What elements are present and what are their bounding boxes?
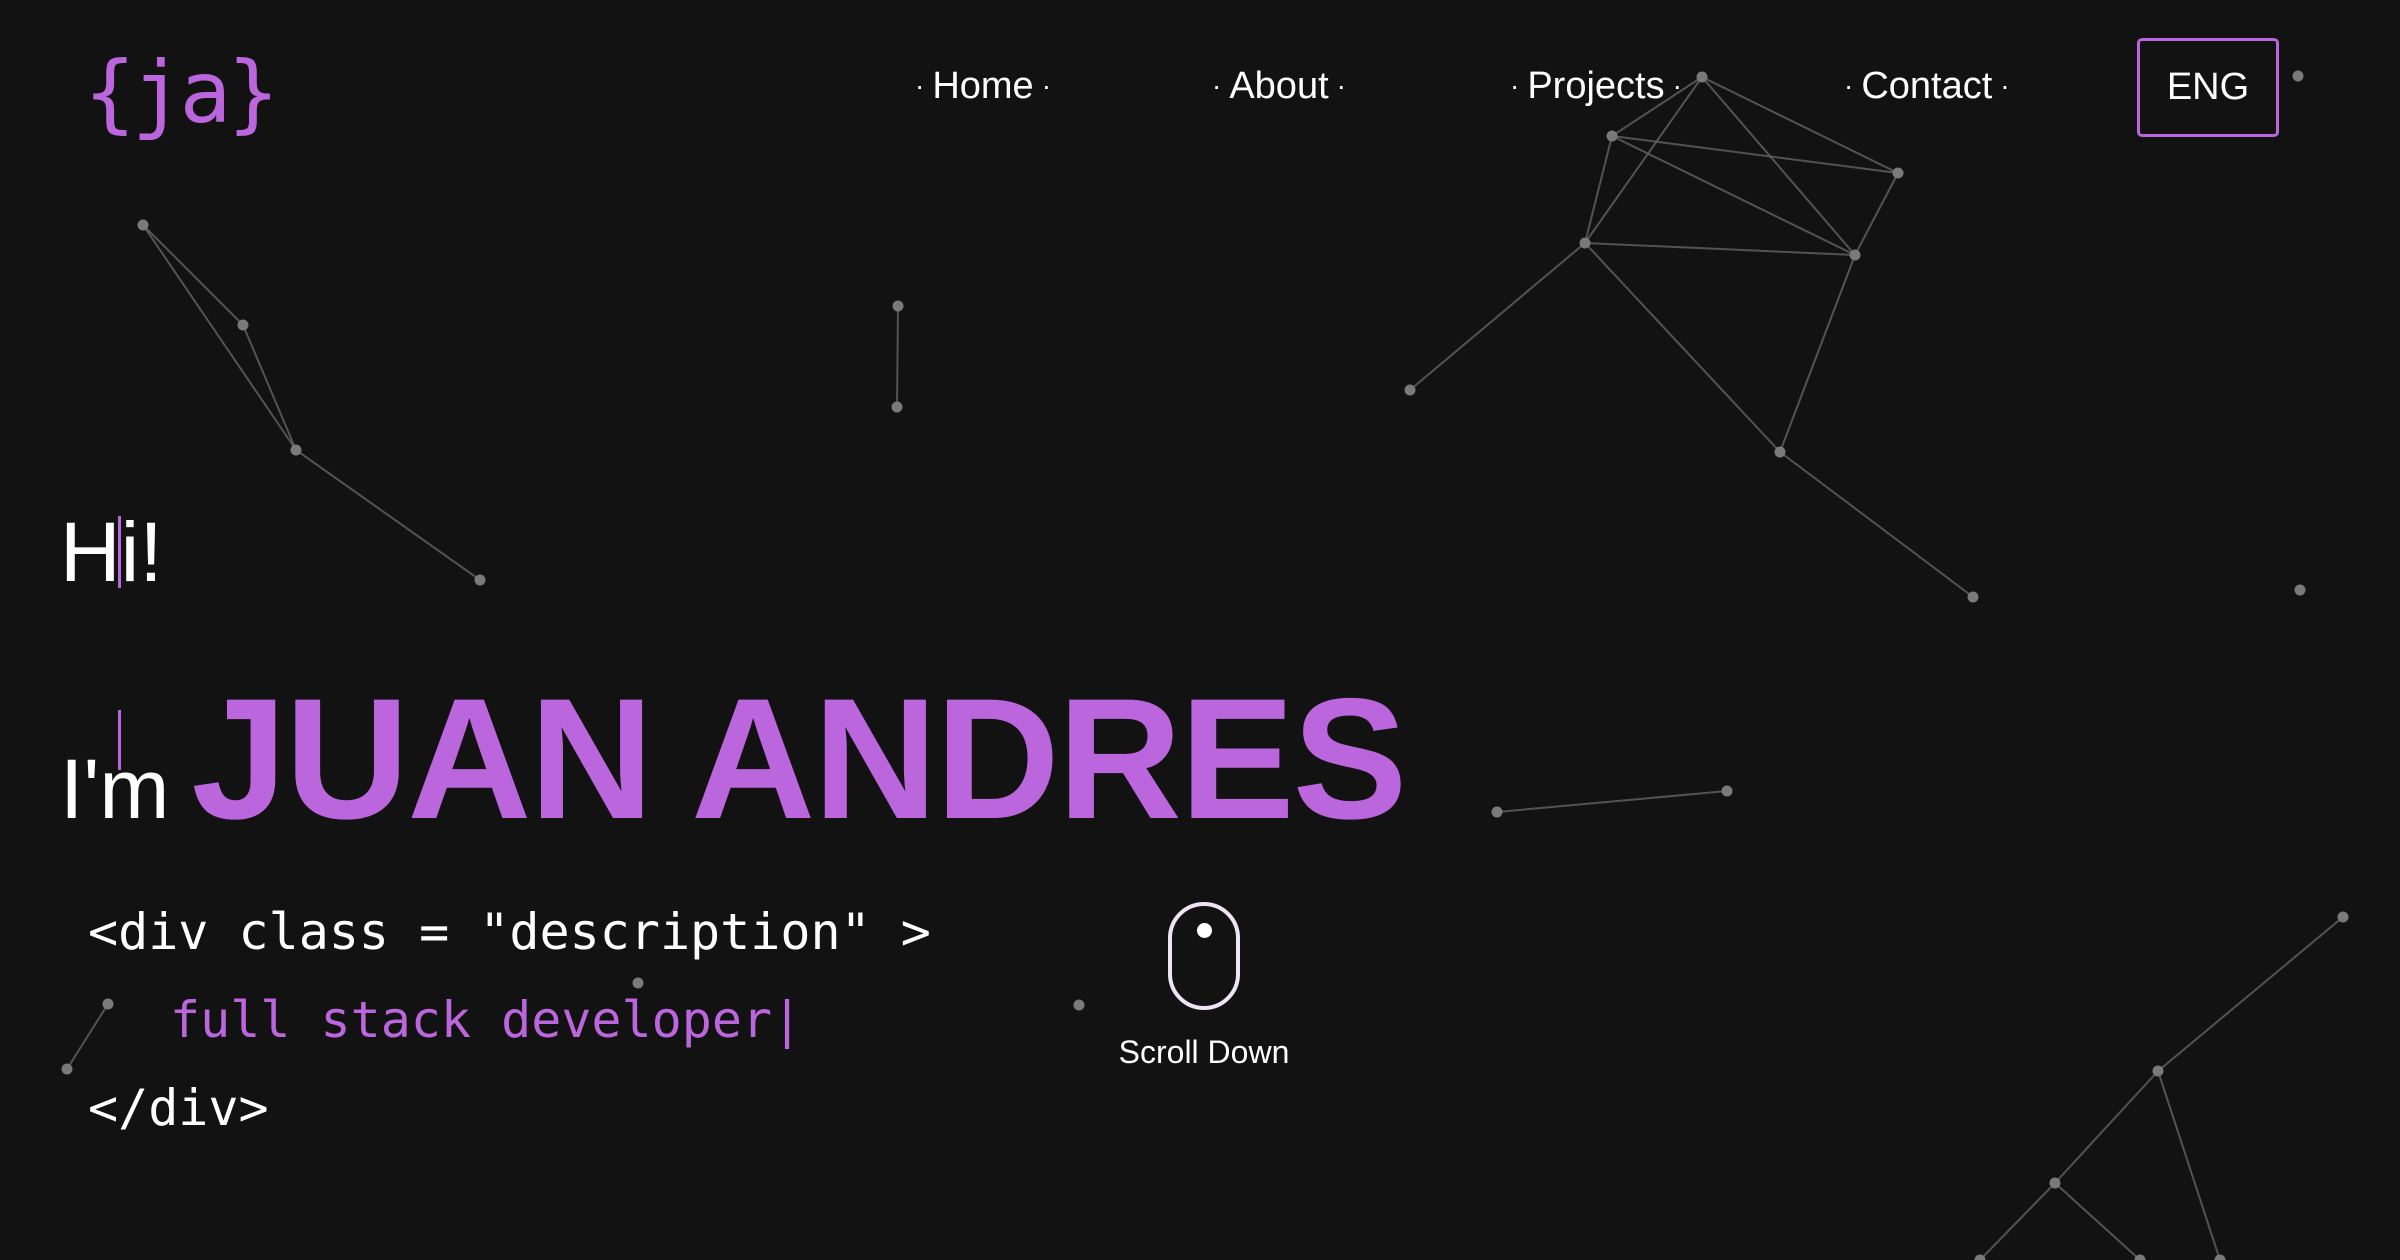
nav-about-link[interactable]: · About · (1204, 62, 1354, 110)
typing-caret (118, 710, 121, 770)
network-node (2152, 1065, 2164, 1077)
network-link (2157, 1070, 2221, 1260)
network-link (896, 305, 899, 408)
network-node (474, 574, 486, 586)
network-node (1774, 446, 1786, 458)
network-link (1584, 242, 1781, 453)
network-link (295, 449, 481, 581)
nav-separator: · (1336, 70, 1346, 101)
network-node (137, 219, 149, 231)
code-open-tag: <div class = "description" > (88, 903, 931, 961)
network-link (1779, 451, 1974, 598)
network-node (1404, 384, 1416, 396)
network-node (1967, 591, 1979, 603)
nav-contact-label: Contact (1861, 65, 1993, 107)
mouse-wheel (1196, 923, 1212, 938)
network-link (2157, 916, 2344, 1072)
nav-about-label: About (1229, 65, 1329, 107)
nav-separator: · (1041, 70, 1052, 101)
network-node (1579, 237, 1591, 249)
network-node (61, 1063, 73, 1075)
nav-home-label: Home (932, 65, 1034, 107)
intro-line: I'm JUAN ANDRES (60, 660, 1407, 858)
network-node (237, 319, 249, 331)
nav-separator: · (1844, 70, 1854, 101)
nav-contact-link[interactable]: · Contact · (1836, 62, 2018, 110)
mouse-icon (1168, 902, 1240, 1010)
language-button[interactable]: ENG (2137, 38, 2279, 137)
network-node (2337, 911, 2349, 923)
main-nav: · Home · · About · · Projects · · Contact · ENG (0, 0, 2400, 180)
nav-home-link[interactable]: · Home · (907, 62, 1059, 110)
nav-separator: · (1672, 70, 1682, 101)
network-node (2214, 1254, 2226, 1260)
nav-separator: · (915, 70, 925, 101)
scroll-down-indicator[interactable]: Scroll Down (1104, 902, 1304, 1071)
network-link (1584, 242, 1856, 256)
code-close-tag: </div> (88, 1079, 269, 1137)
code-content: full stack developer| (170, 991, 803, 1049)
nav-projects-label: Projects (1527, 65, 1665, 107)
description-code-block: <div class = "description" > full stack … (88, 888, 931, 1152)
network-node (891, 401, 903, 413)
nav-projects-link[interactable]: · Projects · (1502, 62, 1690, 110)
network-link (1409, 242, 1586, 391)
network-link (1854, 172, 1899, 256)
greeting-text: Hi! (60, 505, 163, 599)
network-link (1979, 1182, 2056, 1260)
network-node (1721, 785, 1733, 797)
network-link (2054, 1070, 2159, 1184)
network-node (290, 444, 302, 456)
nav-separator: · (1510, 70, 1520, 101)
network-node (892, 300, 904, 312)
network-link (242, 324, 297, 451)
network-node (2049, 1177, 2061, 1189)
network-link (142, 224, 297, 451)
hero-name: JUAN ANDRES (191, 663, 1407, 855)
im-text: I'm (60, 742, 170, 836)
network-link (2054, 1182, 2141, 1260)
network-node (1073, 999, 1085, 1011)
network-node (2294, 584, 2306, 596)
network-node (1491, 806, 1503, 818)
scroll-down-label: Scroll Down (1118, 1034, 1290, 1070)
network-node (1849, 249, 1861, 261)
nav-separator: · (1212, 70, 1222, 101)
network-link (142, 224, 244, 326)
network-link (1779, 254, 1856, 453)
network-link (1496, 790, 1728, 813)
nav-separator: · (2000, 70, 2010, 101)
typing-caret (118, 516, 121, 588)
